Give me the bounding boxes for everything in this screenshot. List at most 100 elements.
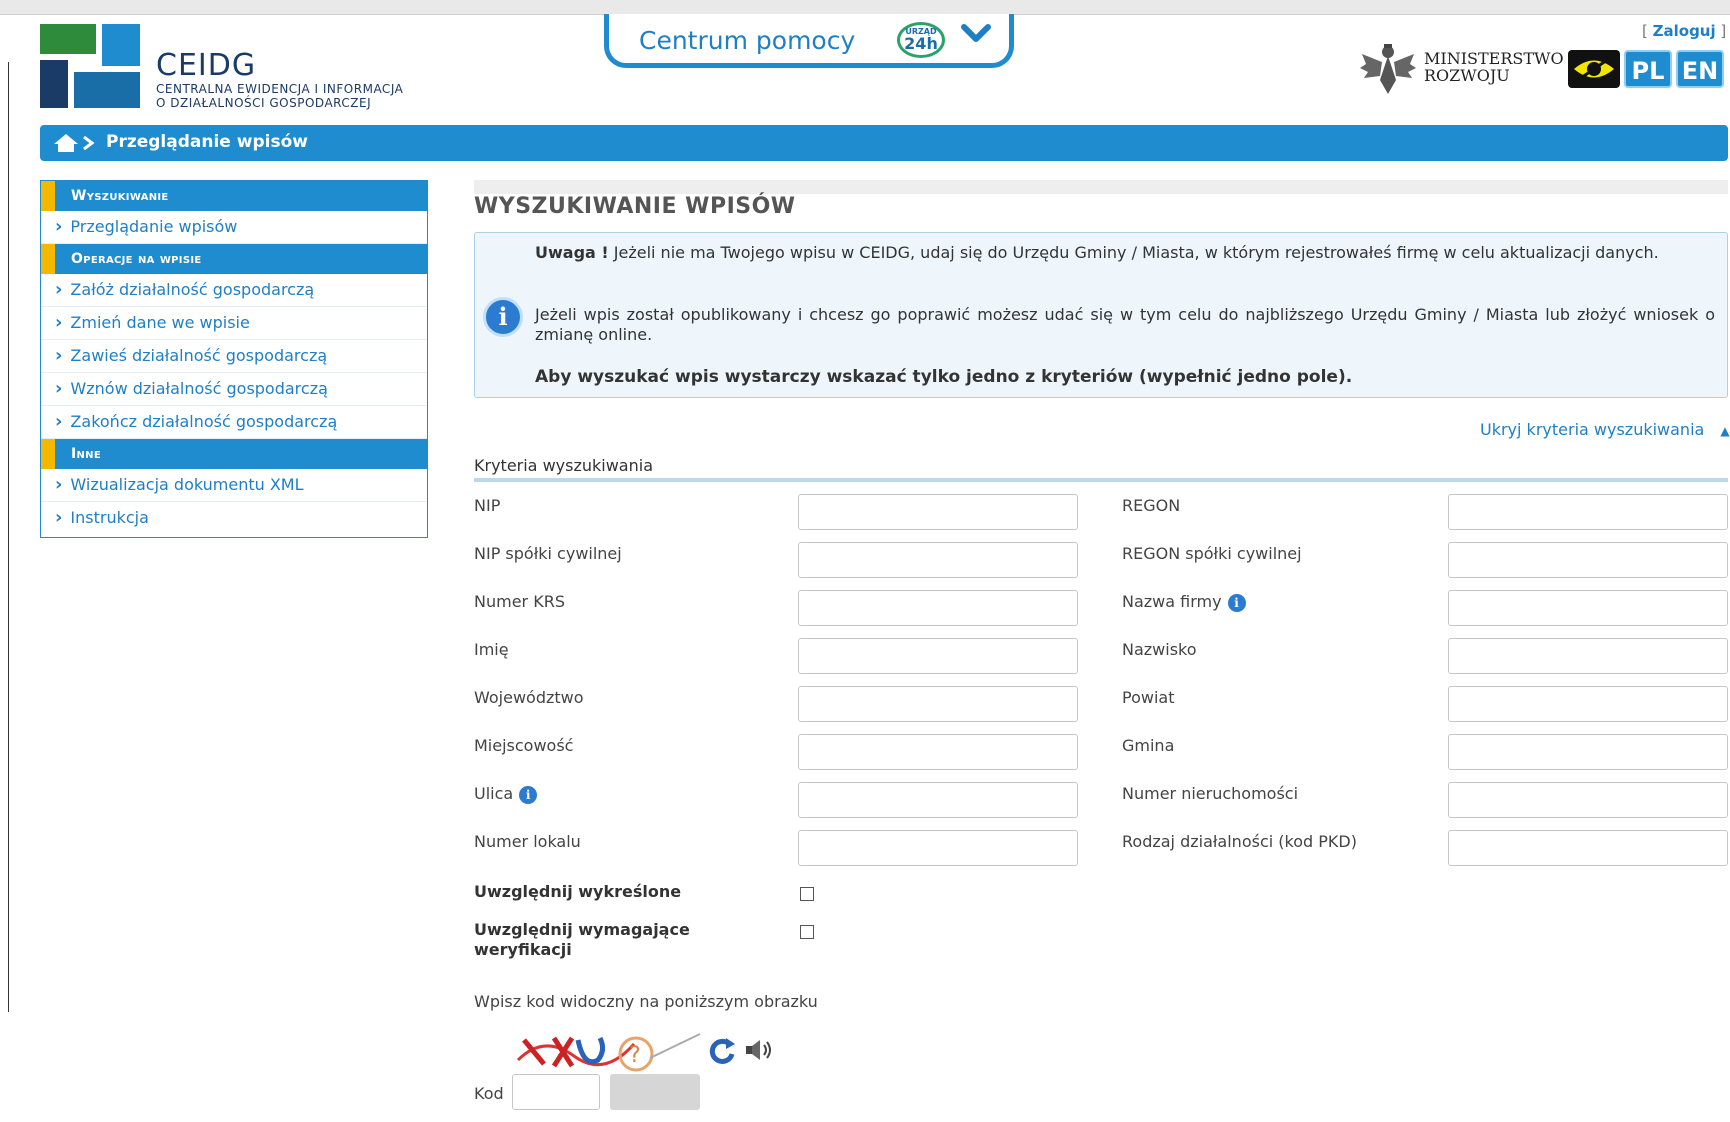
code-label: Kod	[474, 1084, 504, 1103]
regon-input[interactable]	[1448, 494, 1728, 530]
first-name-input[interactable]	[798, 638, 1078, 674]
field-label-regon: REGON	[1122, 496, 1181, 515]
sidebar-section-title: Operacje na wpisie	[41, 244, 427, 274]
home-icon[interactable]	[52, 132, 98, 154]
chevron-right-icon: ›	[55, 411, 63, 432]
chevron-down-icon[interactable]	[959, 18, 993, 48]
county-input[interactable]	[1448, 686, 1728, 722]
sidebar-item-start-business[interactable]: › Załóż działalność gospodarczą	[41, 274, 427, 307]
chevron-right-icon: ›	[55, 279, 63, 300]
speaker-icon[interactable]	[744, 1038, 774, 1062]
info-warning-text: Jeżeli nie ma Twojego wpisu w CEIDG, uda…	[608, 243, 1659, 262]
office-24h-badge-icon: URZĄD 24h	[897, 22, 945, 58]
breadcrumb: Przeglądanie wpisów	[40, 125, 1728, 161]
breadcrumb-current: Przeglądanie wpisów	[106, 132, 308, 152]
eye-icon	[1574, 56, 1614, 82]
info-icon[interactable]: i	[1227, 593, 1246, 612]
field-label-pkd: Rodzaj działalności (kod PKD)	[1122, 832, 1357, 851]
field-label-first-name: Imię	[474, 640, 509, 659]
chevron-right-icon: ›	[55, 474, 63, 495]
sidebar-item-instructions[interactable]: › Instrukcja	[41, 502, 427, 534]
sidebar-item-end-business[interactable]: › Zakończ działalność gospodarczą	[41, 406, 427, 439]
include-verification-checkbox[interactable]	[800, 925, 814, 939]
field-label-commune: Gmina	[1122, 736, 1175, 755]
ceidg-logo[interactable]	[40, 24, 140, 108]
chevron-right-icon: ›	[55, 378, 63, 399]
sidebar-item-label: Załóż działalność gospodarczą	[70, 280, 315, 299]
browser-top-strip	[0, 0, 1730, 15]
refresh-icon[interactable]	[708, 1036, 736, 1064]
info-paragraph-3: Aby wyszukać wpis wystarczy wskazać tylk…	[535, 367, 1353, 387]
include-verification-line-1: Uwzględnij wymagające	[474, 920, 690, 939]
login-link[interactable]: [ Zaloguj ]	[1642, 22, 1726, 40]
hide-criteria-link[interactable]: Ukryj kryteria wyszukiwania ▲	[1480, 420, 1730, 439]
field-label-city: Miejscowość	[474, 736, 574, 755]
include-deleted-checkbox[interactable]	[800, 887, 814, 901]
field-label-property-number: Numer nieruchomości	[1122, 784, 1299, 803]
field-label-unit-number: Numer lokalu	[474, 832, 581, 851]
lang-pl-button[interactable]: PL	[1624, 50, 1672, 88]
nip-input[interactable]	[798, 494, 1078, 530]
info-warning-bold: Uwaga !	[535, 243, 609, 262]
help-center-tab[interactable]: Centrum pomocy URZĄD 24h	[604, 14, 1014, 68]
sidebar-item-browse-entries[interactable]: › Przeglądanie wpisów	[41, 211, 427, 244]
sidebar-menu: Wyszukiwanie › Przeglądanie wpisów Operac…	[40, 180, 428, 538]
ministry-line-1: MINISTERSTWO	[1424, 49, 1564, 68]
last-name-input[interactable]	[1448, 638, 1728, 674]
field-label-voivodeship: Województwo	[474, 688, 584, 707]
chevron-right-icon: ›	[55, 216, 63, 237]
field-label-nip: NIP	[474, 496, 501, 515]
info-paragraph-2: Jeżeli wpis został opublikowany i chcesz…	[535, 305, 1715, 344]
sidebar-item-label: Przeglądanie wpisów	[70, 217, 238, 236]
brand-name: CEIDG	[156, 48, 257, 83]
sidebar-item-label: Zakończ działalność gospodarczą	[70, 412, 338, 431]
brand-subtitle-line-1: CENTRALNA EWIDENCJA I INFORMACJA	[156, 82, 404, 96]
regon-civil-input[interactable]	[1448, 542, 1728, 578]
chevron-right-icon: ›	[55, 312, 63, 333]
info-icon[interactable]: i	[519, 785, 538, 804]
badge-main-text: 24h	[904, 34, 938, 53]
city-input[interactable]	[798, 734, 1078, 770]
street-input[interactable]	[798, 782, 1078, 818]
sidebar-item-resume-business[interactable]: › Wznów działalność gospodarczą	[41, 373, 427, 406]
sidebar-item-xml-visualization[interactable]: › Wizualizacja dokumentu XML	[41, 469, 427, 502]
include-verification-line-2: weryfikacji	[474, 940, 572, 959]
sidebar-item-label: Instrukcja	[70, 508, 149, 527]
unit-number-input[interactable]	[798, 830, 1078, 866]
polish-eagle-emblem-icon	[1360, 44, 1416, 94]
lang-en-button[interactable]: EN	[1676, 50, 1724, 88]
nip-civil-input[interactable]	[798, 542, 1078, 578]
sidebar-item-label: Wznów działalność gospodarczą	[70, 379, 328, 398]
company-name-input[interactable]	[1448, 590, 1728, 626]
chevron-right-icon: ›	[55, 345, 63, 366]
company-name-label-text: Nazwa firmy	[1122, 592, 1222, 611]
info-icon: i	[483, 297, 523, 337]
chevron-right-icon: ›	[55, 507, 63, 528]
page-title: WYSZUKIWANIE WPISÓW	[474, 194, 796, 219]
field-label-street: Ulica i	[474, 784, 538, 804]
left-edge-line	[8, 62, 9, 1012]
code-input[interactable]	[512, 1074, 600, 1110]
info-box: i Uwaga ! Jeżeli nie ma Twojego wpisu w …	[474, 232, 1728, 398]
sidebar-item-suspend-business[interactable]: › Zawieś działalność gospodarczą	[41, 340, 427, 373]
field-label-company-name: Nazwa firmy i	[1122, 592, 1246, 612]
voivodeship-input[interactable]	[798, 686, 1078, 722]
info-warning: Uwaga ! Jeżeli nie ma Twojego wpisu w CE…	[535, 243, 1715, 263]
pkd-input[interactable]	[1448, 830, 1728, 866]
field-label-county: Powiat	[1122, 688, 1175, 707]
captcha-instruction: Wpisz kod widoczny na poniższym obrazku	[474, 992, 818, 1011]
submit-button[interactable]	[610, 1074, 700, 1110]
sidebar-item-change-entry[interactable]: › Zmień dane we wpisie	[41, 307, 427, 340]
hide-criteria-label[interactable]: Ukryj kryteria wyszukiwania	[1480, 420, 1704, 439]
field-label-krs: Numer KRS	[474, 592, 565, 611]
high-contrast-eye-button[interactable]	[1568, 50, 1620, 88]
property-number-input[interactable]	[1448, 782, 1728, 818]
title-band	[474, 180, 1728, 194]
triangle-up-icon: ▲	[1720, 424, 1730, 438]
criteria-title: Kryteria wyszukiwania	[474, 456, 653, 475]
login-label[interactable]: Zaloguj	[1653, 22, 1716, 40]
help-center-label: Centrum pomocy	[639, 26, 856, 55]
commune-input[interactable]	[1448, 734, 1728, 770]
sidebar-item-label: Zawieś działalność gospodarczą	[70, 346, 328, 365]
krs-input[interactable]	[798, 590, 1078, 626]
